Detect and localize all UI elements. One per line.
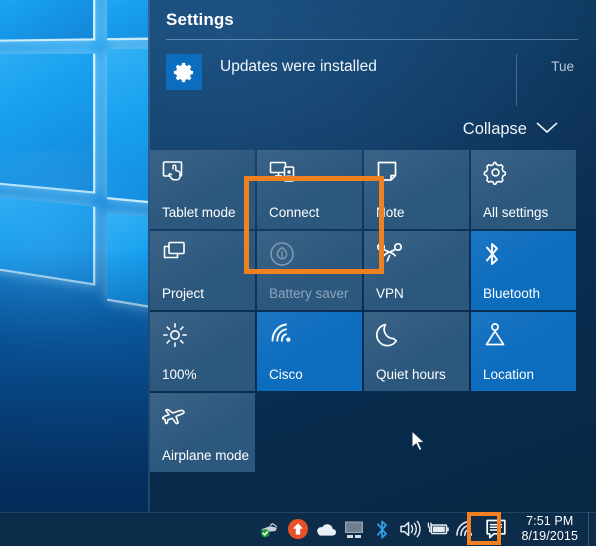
quick-action-label: Location bbox=[483, 367, 535, 382]
clock[interactable]: 7:51 PM 8/19/2015 bbox=[512, 514, 588, 544]
project-icon bbox=[162, 241, 245, 271]
action-center-icon[interactable] bbox=[480, 512, 512, 546]
chevron-down-icon bbox=[536, 121, 558, 139]
quick-actions-grid: Tablet mode Connect Note All settings Pr… bbox=[148, 150, 596, 472]
screen: Settings Updates were installed Tue Coll… bbox=[0, 0, 596, 546]
wallpaper-shadow bbox=[0, 250, 150, 512]
quick-action-brightness[interactable]: 100% bbox=[150, 312, 255, 391]
safely-remove-hardware-icon[interactable] bbox=[256, 512, 284, 546]
action-center-header: Settings Updates were installed Tue Coll… bbox=[148, 0, 596, 139]
quick-action-label: 100% bbox=[162, 367, 197, 382]
gear-outline-icon bbox=[483, 160, 566, 190]
tablet-mode-icon bbox=[162, 160, 245, 190]
quick-action-quiet-hours[interactable]: Quiet hours bbox=[364, 312, 469, 391]
wifi-icon[interactable] bbox=[452, 512, 480, 546]
quick-action-label: Airplane mode bbox=[162, 448, 250, 463]
quick-action-label: Battery saver bbox=[269, 286, 349, 301]
title-divider bbox=[166, 39, 578, 40]
battery-charging-icon[interactable] bbox=[424, 512, 452, 546]
battery-saver-icon bbox=[269, 241, 352, 271]
volume-speaker-icon[interactable] bbox=[396, 512, 424, 546]
quick-action-wifi-cisco[interactable]: Cisco bbox=[257, 312, 362, 391]
show-desktop-button[interactable] bbox=[588, 512, 594, 546]
notification-text: Updates were installed bbox=[220, 58, 377, 75]
update-arrow-icon[interactable] bbox=[284, 512, 312, 546]
clock-date: 8/19/2015 bbox=[521, 529, 578, 543]
moon-icon bbox=[376, 322, 459, 352]
quick-action-label: All settings bbox=[483, 205, 549, 220]
collapse-label: Collapse bbox=[462, 120, 527, 138]
quick-action-label: Cisco bbox=[269, 367, 303, 382]
gear-icon bbox=[166, 54, 202, 90]
note-icon bbox=[376, 160, 459, 190]
quick-action-label: Tablet mode bbox=[162, 205, 236, 220]
location-icon bbox=[483, 322, 566, 352]
quick-action-note[interactable]: Note bbox=[364, 150, 469, 229]
bluetooth-icon bbox=[483, 241, 566, 271]
system-tray: 7:51 PM 8/19/2015 bbox=[256, 512, 596, 546]
quick-action-label: Quiet hours bbox=[376, 367, 446, 382]
quick-action-tablet-mode[interactable]: Tablet mode bbox=[150, 150, 255, 229]
quick-action-battery-saver[interactable]: Battery saver bbox=[257, 231, 362, 310]
wifi-icon bbox=[269, 322, 352, 352]
connect-icon bbox=[269, 160, 352, 190]
quick-action-label: Connect bbox=[269, 205, 320, 220]
quick-action-location[interactable]: Location bbox=[471, 312, 576, 391]
vpn-icon bbox=[376, 241, 459, 271]
quick-action-airplane-mode[interactable]: Airplane mode bbox=[150, 393, 255, 472]
notification-item[interactable]: Updates were installed Tue bbox=[166, 54, 578, 106]
notification-group-title: Settings bbox=[166, 10, 234, 29]
clock-time: 7:51 PM bbox=[526, 514, 574, 529]
quick-action-vpn[interactable]: VPN bbox=[364, 231, 469, 310]
taskbar: 7:51 PM 8/19/2015 bbox=[0, 512, 596, 546]
bluetooth-icon[interactable] bbox=[368, 512, 396, 546]
display-monitor-icon[interactable] bbox=[340, 512, 368, 546]
airplane-icon bbox=[162, 403, 245, 433]
quick-action-project[interactable]: Project bbox=[150, 231, 255, 310]
brightness-icon bbox=[162, 322, 245, 352]
quick-action-label: Note bbox=[376, 205, 405, 220]
quick-action-connect[interactable]: Connect bbox=[257, 150, 362, 229]
notification-timestamp: Tue bbox=[551, 59, 574, 74]
notification-divider bbox=[516, 54, 517, 106]
quick-action-label: Project bbox=[162, 286, 205, 301]
quick-action-label: Bluetooth bbox=[483, 286, 541, 301]
quick-action-label: VPN bbox=[376, 286, 404, 301]
quick-action-bluetooth[interactable]: Bluetooth bbox=[471, 231, 576, 310]
action-center-panel: Settings Updates were installed Tue Coll… bbox=[148, 0, 596, 512]
quick-action-all-settings[interactable]: All settings bbox=[471, 150, 576, 229]
onedrive-cloud-icon[interactable] bbox=[312, 512, 340, 546]
